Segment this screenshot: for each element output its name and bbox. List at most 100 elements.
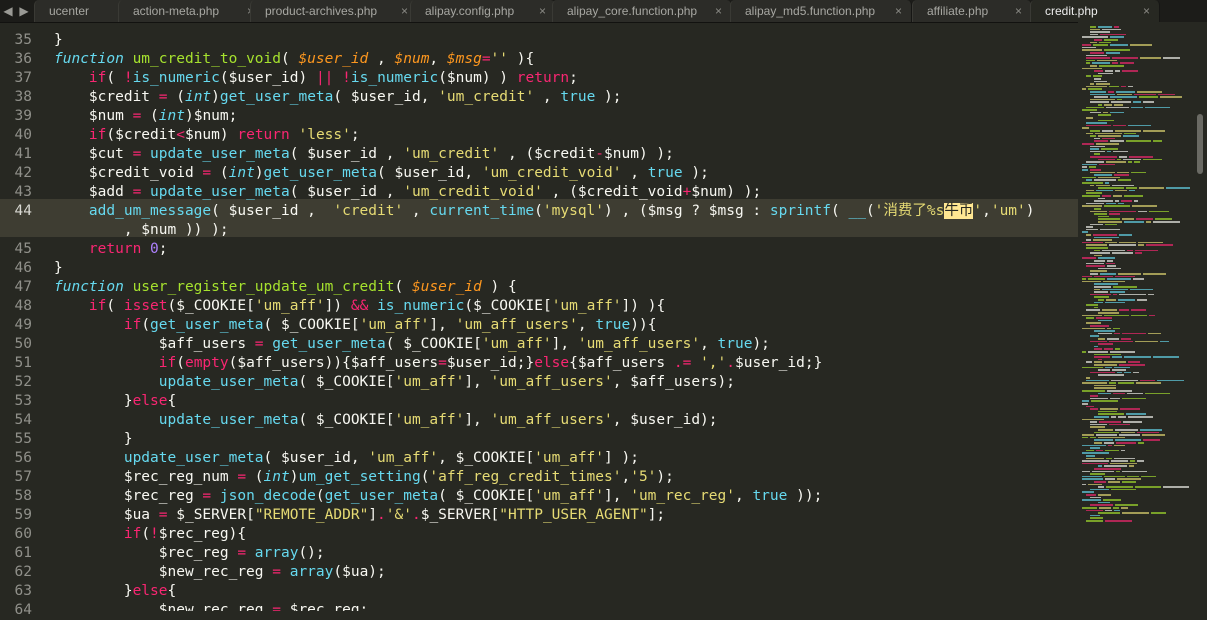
minimap-line [1098,299,1104,301]
minimap-line [1113,327,1120,330]
tab-action-meta-php[interactable]: action-meta.php× [118,0,264,22]
minimap-line [1146,244,1173,246]
minimap-line [1100,228,1120,231]
minimap-line [1131,314,1147,317]
minimap-line [1119,241,1136,244]
minimap-line [1082,491,1094,493]
minimap-line [1082,257,1096,259]
minimap-line [1098,135,1121,137]
minimap-line [1090,273,1098,275]
close-icon[interactable]: × [895,0,902,22]
minimap-line [1082,275,1092,278]
minimap-line [1124,195,1143,197]
tab-alipay-md5-function-php[interactable]: alipay_md5.function.php × [730,0,912,22]
minimap-line [1121,431,1135,434]
tab-scroll-left-icon[interactable]: ◀ [0,0,16,22]
close-icon[interactable]: × [539,0,546,22]
minimap-line [1082,205,1102,207]
minimap-line [1130,288,1153,291]
code-line: if(empty($aff_users)){$aff_users=$user_i… [158,355,823,371]
minimap-line [1082,499,1101,501]
minimap-line [1094,291,1108,293]
close-icon[interactable]: × [401,0,408,22]
minimap-line [1137,91,1162,93]
minimap-line [1086,317,1094,319]
minimap-line [1090,371,1115,374]
scrollbar-thumb[interactable] [1197,114,1203,174]
minimap-line [1114,444,1125,447]
minimap-line [1111,416,1116,418]
code-line: function um_credit_to_void( $user_id , $… [54,51,535,67]
minimap-line [1082,327,1105,330]
minimap-line [1098,465,1102,467]
minimap-line [1138,241,1163,244]
minimap-line [1106,161,1126,163]
minimap-line [1103,499,1121,501]
minimap-line [1082,436,1088,439]
code-line: update_user_meta( $user_id, 'um_aff', $_… [123,450,639,466]
code-line: $aff_users = get_user_meta( $_COOKIE['um… [54,336,770,352]
tab-product-archives-php[interactable]: product-archives.php × [250,0,418,22]
minimap-line [1090,473,1105,475]
minimap-line [1145,392,1170,395]
minimap-line [1088,278,1105,280]
minimap-line [1119,234,1132,236]
tab-credit-php[interactable]: credit.php × [1030,0,1160,22]
minimap-line [1098,72,1113,75]
minimap-line [1119,364,1145,366]
minimap-line [1086,62,1090,64]
minimap-line [1105,301,1125,304]
minimap-line [1100,408,1118,410]
code-line: if(get_user_meta( $_COOKIE['um_aff'], 'u… [123,317,657,333]
minimap-line [1082,195,1100,197]
minimap-line [1090,91,1106,93]
minimap-line [1096,434,1117,436]
code-line: } [54,260,63,276]
minimap-line [1124,356,1151,358]
minimap-line [1105,520,1132,522]
code-line: if( !is_numeric($user_id) || !is_numeric… [88,70,578,86]
line-number: 37 [14,70,32,86]
minimap-line [1092,470,1114,473]
code-line: $new_rec_reg = $rec_reg; [54,602,369,611]
minimap-line [1106,457,1112,460]
code-line: update_user_meta( $_COOKIE['um_aff'], 'u… [158,412,718,428]
vertical-scrollbar[interactable] [1196,22,1207,611]
minimap-line [1082,444,1106,447]
minimap-line [1160,96,1182,98]
tab-scroll-right-icon[interactable]: ▶ [16,0,32,22]
minimap-line [1090,436,1096,439]
minimap-line [1133,101,1141,103]
minimap-line [1082,462,1108,465]
minimap[interactable] [1078,22,1196,611]
minimap-line [1094,481,1106,483]
minimap-line [1090,169,1101,171]
line-number: 41 [14,146,32,162]
minimap-line [1127,249,1133,252]
minimap-line [1090,135,1096,137]
tab-alipay-core-function-php[interactable]: alipay_core.function.php × [552,0,732,22]
tab-alipay-config-php[interactable]: alipay.config.php × [410,0,556,22]
code-editor[interactable]: } function um_credit_to_void( $user_id , … [54,22,1084,611]
minimap-line [1106,486,1133,488]
minimap-line [1094,468,1121,470]
minimap-line [1122,481,1136,483]
code-line: if( isset($_COOKIE['um_aff']) && is_nume… [88,298,666,314]
minimap-line [1110,462,1137,465]
close-icon[interactable]: × [1143,0,1150,22]
minimap-line [1113,507,1119,509]
minimap-line [1104,442,1114,444]
minimap-line [1094,301,1103,304]
minimap-line [1090,130,1100,132]
minimap-line [1114,366,1130,369]
close-icon[interactable]: × [1015,0,1022,22]
minimap-line [1082,366,1103,369]
minimap-line [1086,189,1094,192]
line-number-gutter: 35 36 37 38 39 40 41 42 43 44 45 46 47 48 49 50 51 52 53 54… [0,22,48,618]
minimap-line [1086,226,1093,228]
minimap-line [1122,70,1138,72]
close-icon[interactable]: × [715,0,722,22]
minimap-line [1086,179,1092,181]
tab-affiliate-php[interactable]: affiliate.php × [912,0,1032,22]
minimap-line [1104,475,1125,478]
